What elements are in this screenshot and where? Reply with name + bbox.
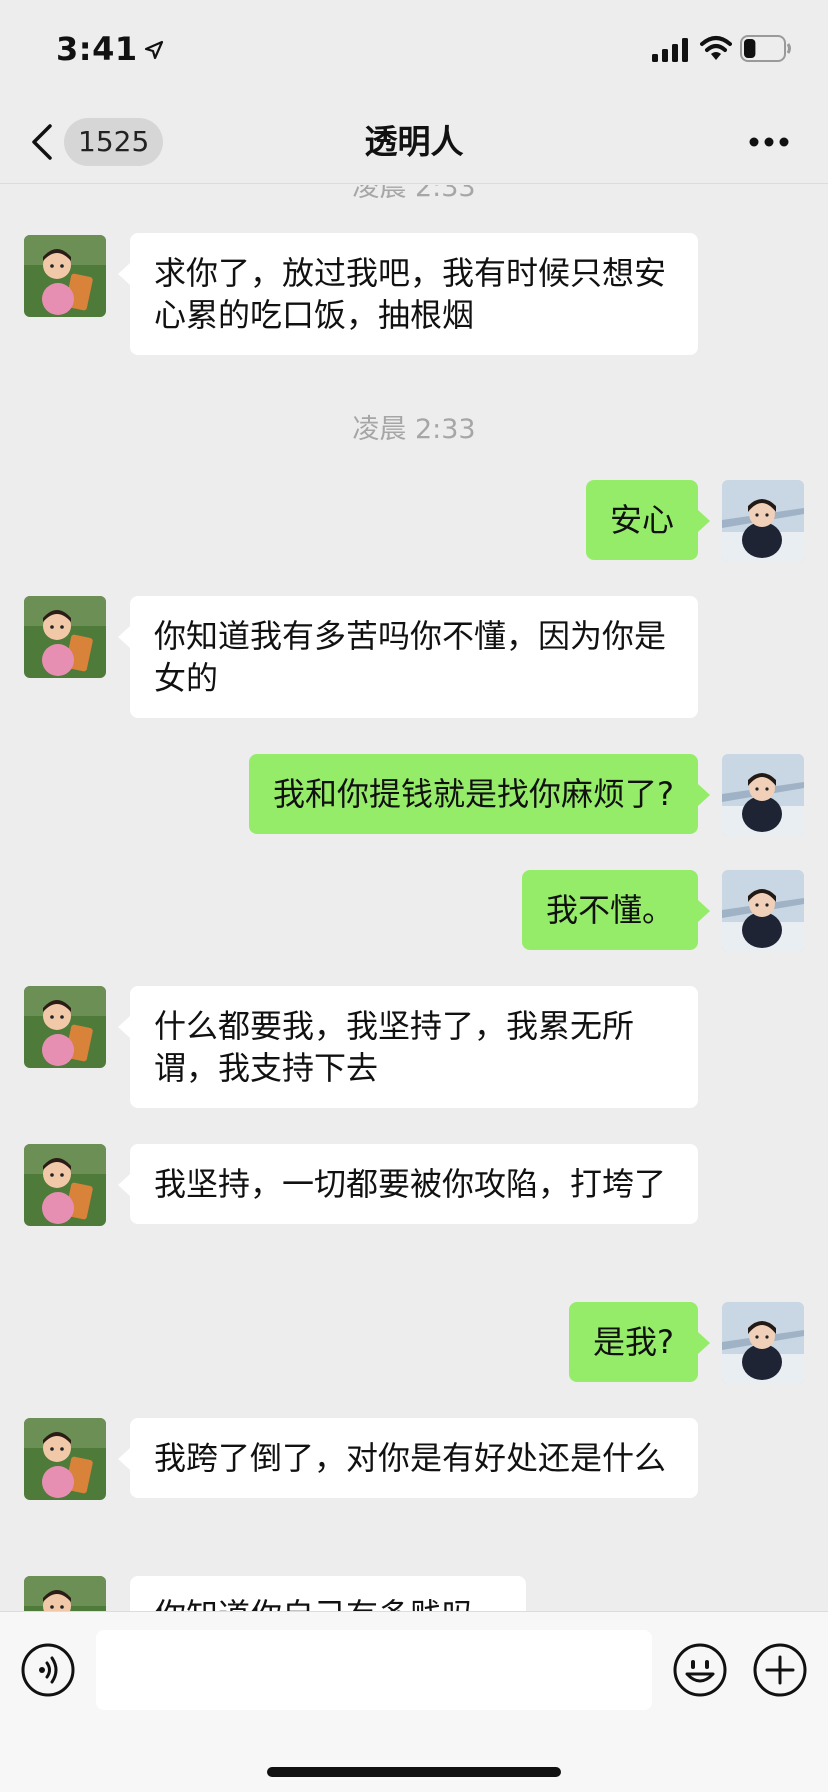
timestamp: 凌晨 2:33 [352,185,476,203]
contact-avatar[interactable] [24,1144,106,1226]
location-arrow-icon [144,40,163,60]
received-message[interactable]: 什么都要我，我坚持了，我累无所谓，我支持下去 [118,986,698,1108]
sent-message[interactable]: 我不懂。 [521,870,711,950]
received-message[interactable]: 我坚持，一切都要被你攻陷，打垮了 [118,1144,698,1224]
plus-circle-icon[interactable] [752,1642,808,1698]
more-dots-icon[interactable] [748,136,790,148]
battery-icon [740,35,791,62]
input-bar [0,1611,828,1792]
voice-input-icon[interactable] [20,1642,76,1698]
sent-message[interactable]: 我和你提钱就是找你麻烦了? [249,754,710,834]
chat-title: 透明人 [364,122,464,161]
emoji-icon[interactable] [672,1642,728,1698]
message-input[interactable] [96,1630,652,1710]
received-message[interactable]: 我跨了倒了，对你是有好处还是什么 [118,1418,698,1498]
contact-avatar[interactable] [24,1418,106,1500]
my-avatar[interactable] [722,754,804,836]
my-avatar[interactable] [722,870,804,952]
received-message[interactable]: 你知道你自己有多贱吗 [130,1576,526,1611]
status-time: 3:41 [56,30,164,68]
timestamp: 凌晨 2:33 [352,414,476,445]
contact-avatar[interactable] [24,596,106,678]
contact-avatar[interactable] [24,235,106,317]
home-indicator[interactable] [267,1767,561,1777]
received-message[interactable]: 求你了，放过我吧，我有时候只想安心累的吃口饭，抽根烟 [118,233,698,355]
sent-message[interactable]: 安心 [585,480,711,560]
cellular-signal-icon [652,38,688,62]
my-avatar[interactable] [722,1302,804,1384]
wifi-icon [700,36,732,60]
contact-avatar[interactable] [24,1576,106,1611]
contact-avatar[interactable] [24,986,106,1068]
received-message[interactable]: 你知道我有多苦吗你不懂，因为你是女的 [118,596,698,718]
chat-header: 1525 透明人 [0,100,828,184]
message-list[interactable]: 凌晨 2:33 求你了，放过我吧，我有时候只想安心累的吃口饭，抽根烟 凌晨 2:… [0,185,828,1611]
status-time-text: 3:41 [56,30,138,68]
my-avatar[interactable] [722,480,804,562]
sent-message[interactable]: 是我? [569,1302,710,1382]
status-bar: 3:41 [0,0,828,100]
